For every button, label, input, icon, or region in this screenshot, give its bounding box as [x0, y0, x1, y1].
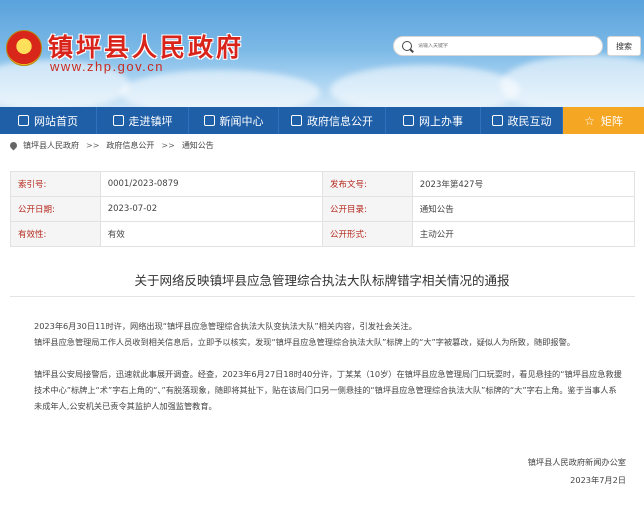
- sign-date: 2023年7月2日: [570, 475, 626, 485]
- doc-no-label: 发布文号:: [322, 171, 413, 197]
- location-pin-icon: [8, 140, 19, 151]
- index-value: 0001/2023-0879: [99, 171, 324, 197]
- breadcrumb-link-home[interactable]: 镇坪县人民政府: [23, 140, 79, 151]
- nav-item-online-services[interactable]: 网上办事: [386, 107, 481, 134]
- nav-item-news[interactable]: 新闻中心: [189, 107, 279, 134]
- table-row: 公开日期: 2023-07-02 公开目录: 通知公告: [10, 196, 636, 222]
- cloud-decoration: [120, 70, 320, 107]
- nav-item-label: 政府信息公开: [307, 114, 373, 128]
- building-icon: [112, 115, 124, 126]
- site-url: www.zhp.gov.cn: [50, 59, 164, 74]
- nav-item-matrix[interactable]: ☆ 矩阵: [563, 107, 644, 134]
- search-box[interactable]: [393, 36, 603, 56]
- cloud-decoration: [330, 65, 520, 107]
- star-icon: ☆: [584, 113, 595, 128]
- nav-item-label: 走进镇坪: [128, 114, 173, 128]
- main-nav: 网站首页 走进镇坪 新闻中心 政府信息公开 网上办事 政民互动 ☆ 矩阵: [0, 107, 644, 134]
- form-value: 主动公开: [411, 221, 636, 247]
- article-paragraph: 镇坪县公安局接警后，迅速就此事展开调查。经查，2023年6月27日18时40分许…: [34, 369, 622, 411]
- national-emblem-icon[interactable]: [6, 30, 42, 66]
- index-label: 索引号:: [10, 171, 101, 197]
- breadcrumb-separator: >>: [86, 141, 100, 150]
- document-info-table: 索引号: 0001/2023-0879 发布文号: 2023年第427号 公开日…: [10, 171, 636, 247]
- validity-label: 有效性:: [10, 221, 101, 247]
- breadcrumb: 镇坪县人民政府 >> 政府信息公开 >> 通知公告: [8, 140, 214, 151]
- catalog-label: 公开目录:: [322, 196, 413, 222]
- search-button[interactable]: 搜索: [607, 36, 641, 56]
- breadcrumb-link-gov-info[interactable]: 政府信息公开: [106, 140, 154, 151]
- article-paragraph: 镇坪县应急管理局工作人员收到相关信息后，立即予以核实，发现“镇坪县应急管理综合执…: [34, 337, 575, 347]
- nav-item-about[interactable]: 走进镇坪: [97, 107, 189, 134]
- validity-value: 有效: [99, 221, 324, 247]
- news-icon: [203, 115, 215, 126]
- people-icon: [491, 115, 503, 126]
- nav-item-label: 网站首页: [34, 114, 78, 128]
- breadcrumb-link-notices[interactable]: 通知公告: [182, 140, 214, 151]
- home-icon: [18, 115, 29, 126]
- nav-item-label: 政民互动: [507, 114, 552, 128]
- nav-item-home[interactable]: 网站首页: [0, 107, 97, 134]
- search-input[interactable]: [418, 43, 598, 49]
- table-row: 有效性: 有效 公开形式: 主动公开: [10, 221, 636, 247]
- breadcrumb-separator: >>: [161, 141, 175, 150]
- title-divider: [10, 296, 635, 297]
- date-value: 2023-07-02: [99, 196, 324, 222]
- header-banner: 镇坪县人民政府 www.zhp.gov.cn 搜索: [0, 0, 644, 107]
- date-label: 公开日期:: [10, 196, 101, 222]
- nav-item-label: 网上办事: [419, 114, 463, 128]
- article-title: 关于网络反映镇坪县应急管理综合执法大队标牌错字相关情况的通报: [134, 273, 510, 288]
- catalog-value: 通知公告: [411, 196, 636, 222]
- signer: 镇坪县人民政府新闻办公室: [527, 457, 626, 467]
- article-paragraph: 2023年6月30日11时许，网络出现“镇坪县应急管理综合执法大队变执法大队”相…: [34, 321, 417, 331]
- form-label: 公开形式:: [322, 221, 413, 247]
- table-row: 索引号: 0001/2023-0879 发布文号: 2023年第427号: [10, 171, 636, 197]
- cloud-decoration: [500, 55, 644, 107]
- computer-icon: [403, 115, 414, 126]
- document-icon: [291, 115, 302, 126]
- nav-item-label: 新闻中心: [219, 114, 264, 128]
- nav-item-label: 矩阵: [600, 114, 623, 128]
- nav-item-interaction[interactable]: 政民互动: [481, 107, 563, 134]
- doc-no-value: 2023年第427号: [411, 171, 636, 197]
- nav-item-gov-info[interactable]: 政府信息公开: [279, 107, 386, 134]
- search-icon: [402, 41, 412, 51]
